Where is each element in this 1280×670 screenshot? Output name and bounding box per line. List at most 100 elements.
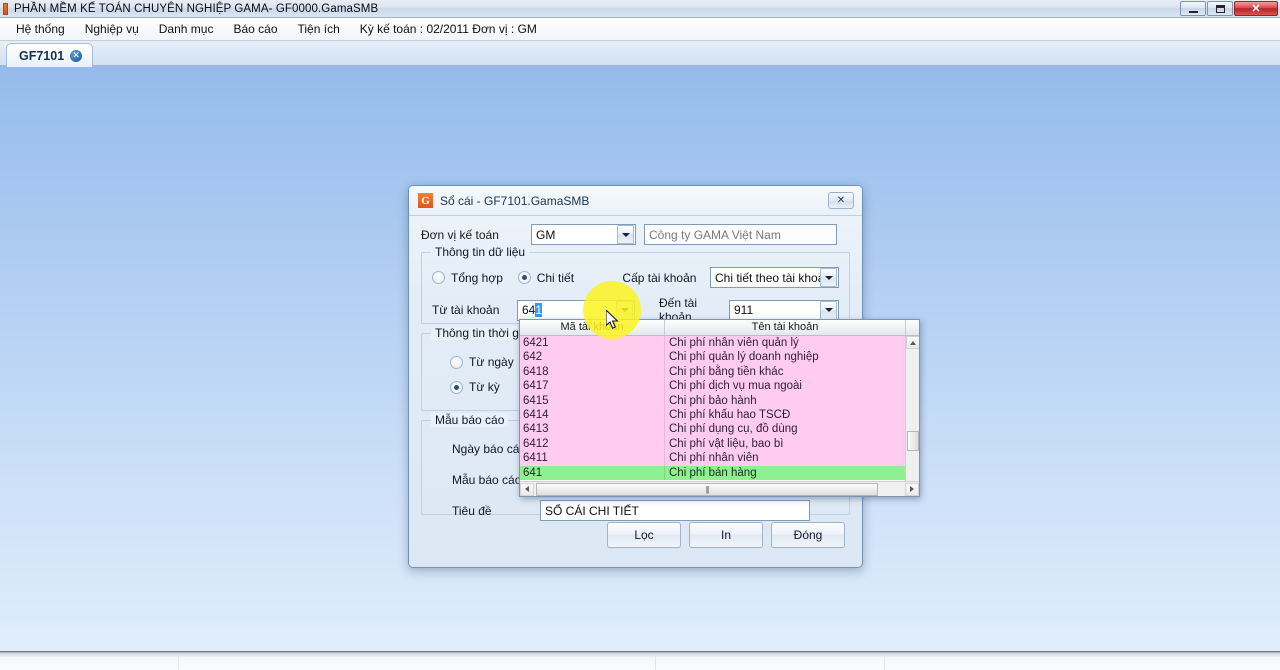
account-name-cell: Chi phí quản lý doanh nghiệp — [669, 351, 819, 364]
scroll-left-icon[interactable] — [520, 482, 534, 496]
dong-button[interactable]: Đóng — [771, 522, 845, 548]
accounting-unit-row: Đơn vị kế toán GM Công ty GAMA Việt Nam — [421, 224, 850, 245]
account-code-cell: 6414 — [520, 407, 665, 423]
menu-nghiep-vu[interactable]: Nghiệp vụ — [75, 19, 149, 39]
account-name-cell: Chi phí nhân viên — [669, 452, 759, 465]
radio-tong-hop-label: Tổng hợp — [451, 270, 503, 285]
account-name-cell: Chi phí bảo hành — [669, 394, 757, 407]
accounting-unit-name: Công ty GAMA Việt Nam — [644, 224, 837, 245]
account-level-value: Chi tiết theo tài khoản — [715, 270, 820, 285]
table-row[interactable]: 6421 Chi phí nhân viên quản lý — [520, 336, 919, 351]
account-dropdown-rows: 6421 Chi phí nhân viên quản lý 642 Chi phí … — [520, 336, 919, 481]
menubar: Hệ thống Nghiệp vụ Danh mục Báo cáo Tiện… — [0, 18, 1280, 41]
tab-strip: GF7101 ✕ — [0, 41, 1280, 67]
scroll-right-icon[interactable] — [905, 482, 919, 496]
data-info-caption: Thông tin dữ liệu — [431, 245, 530, 259]
column-header-name[interactable]: Tên tài khoản — [665, 320, 906, 335]
account-code-cell: 6417 — [520, 379, 665, 394]
taskbar — [0, 651, 1280, 670]
account-dropdown-popup: Mã tài khoản Tên tài khoản 6421 Chi phí n… — [519, 319, 920, 497]
table-row[interactable]: 6413 Chi phí dụng cụ, đồ dùng — [520, 422, 919, 437]
data-type-row: Tổng hợp Chi tiết Cấp tài khoản Chi tiết… — [432, 267, 839, 288]
dialog-button-row: Lọc In Đóng — [409, 522, 864, 548]
from-account-label: Từ tài khoản — [432, 303, 500, 317]
table-row[interactable]: 6417 Chi phí dịch vụ mua ngoài — [520, 379, 919, 394]
radio-tu-ky-label: Từ kỳ — [469, 380, 500, 394]
report-title-label: Tiêu đề — [452, 503, 492, 518]
account-name-cell: Chi phí bán hàng — [669, 466, 757, 479]
table-row[interactable]: 6412 Chi phí vật liệu, bao bì — [520, 436, 919, 452]
horizontal-scrollbar[interactable]: ||| — [520, 481, 919, 496]
tab-label: GF7101 — [19, 48, 65, 63]
from-account-combo[interactable]: 641 — [517, 299, 635, 321]
vertical-scroll-thumb[interactable] — [907, 431, 919, 451]
tab-close-icon[interactable]: ✕ — [70, 49, 83, 62]
gama-logo-icon: G — [418, 193, 433, 208]
account-code-cell: 6413 — [520, 422, 665, 437]
account-name-cell: Chi phí khấu hao TSCĐ — [669, 408, 791, 421]
table-row[interactable]: 641 Chi phí bán hàng — [520, 465, 919, 480]
window-title: PHẦN MỀM KẾ TOÁN CHUYÊN NGHIỆP GAMA- GF0… — [14, 2, 379, 15]
account-code-cell: 6418 — [520, 364, 665, 380]
from-account-chevron-down-icon[interactable] — [616, 300, 633, 320]
accounting-unit-label: Đơn vị kế toán — [421, 227, 499, 242]
radio-chi-tiet-label: Chi tiết — [536, 270, 575, 285]
accounting-unit-value: GM — [536, 227, 556, 242]
in-button[interactable]: In — [689, 522, 763, 548]
vertical-scrollbar[interactable] — [905, 336, 919, 481]
radio-tong-hop[interactable]: Tổng hợp — [432, 271, 518, 285]
table-row[interactable]: 6415 Chi phí bảo hành — [520, 393, 919, 408]
account-level-combo[interactable]: Chi tiết theo tài khoản — [710, 267, 839, 288]
account-code-cell: 6412 — [520, 436, 665, 452]
account-name-cell: Chi phí bằng tiền khác — [669, 365, 784, 378]
horizontal-scroll-track[interactable]: ||| — [534, 482, 905, 496]
app-logo-icon — [3, 2, 8, 15]
radio-dot-icon — [450, 355, 463, 369]
menu-tien-ich[interactable]: Tiện ích — [288, 19, 350, 39]
account-name-cell: Chi phí dịch vụ mua ngoài — [669, 380, 802, 393]
radio-dot-selected-icon — [517, 271, 531, 284]
to-account-combo[interactable]: 911 — [729, 299, 839, 321]
dialog-title: Sổ cái - GF7101.GamaSMB — [440, 193, 590, 208]
account-dropdown-header: Mã tài khoản Tên tài khoản — [520, 320, 919, 336]
close-button[interactable]: ✕ — [1234, 1, 1278, 16]
minimize-button[interactable] — [1180, 1, 1206, 16]
from-account-selection: 1 — [535, 303, 543, 317]
account-code-cell: 6411 — [520, 451, 665, 466]
account-name-cell: Chi phí dụng cụ, đồ dùng — [669, 423, 798, 436]
loc-button[interactable]: Lọc — [607, 522, 681, 548]
radio-dot-selected-icon — [450, 380, 463, 394]
dialog-close-icon[interactable]: ✕ — [828, 192, 854, 209]
menu-bao-cao[interactable]: Báo cáo — [223, 19, 287, 39]
account-code-cell: 641 — [520, 465, 665, 480]
table-row[interactable]: 642 Chi phí quản lý doanh nghiệp — [520, 350, 919, 365]
table-row[interactable]: 6418 Chi phí bằng tiền khác — [520, 364, 919, 380]
report-title-row: Tiêu đề SỔ CÁI CHI TIẾT — [432, 500, 839, 521]
tab-gf7101[interactable]: GF7101 ✕ — [6, 43, 94, 67]
table-row[interactable]: 6414 Chi phí khấu hao TSCĐ — [520, 407, 919, 423]
accounting-period-status: Kỳ kế toán : 02/2011 Đơn vị : GM — [359, 22, 537, 36]
account-name-cell: Chi phí nhân viên quản lý — [669, 337, 799, 349]
chevron-down-icon[interactable] — [820, 268, 837, 287]
column-header-code[interactable]: Mã tài khoản — [520, 320, 665, 335]
accounting-unit-combo[interactable]: GM — [531, 224, 636, 245]
table-row[interactable]: 6411 Chi phí nhân viên — [520, 451, 919, 466]
radio-tu-ngay-label: Từ ngày — [469, 355, 514, 369]
chevron-down-icon[interactable] — [820, 300, 837, 320]
from-account-value: 641 — [522, 303, 543, 317]
account-name-cell: Chi phí vật liệu, bao bì — [669, 437, 784, 450]
account-code-cell: 6421 — [520, 336, 665, 351]
scroll-up-icon[interactable] — [906, 336, 919, 349]
menu-he-thong[interactable]: Hệ thống — [6, 19, 75, 39]
chevron-down-icon[interactable] — [617, 225, 634, 244]
window-titlebar: PHẦN MỀM KẾ TOÁN CHUYÊN NGHIỆP GAMA- GF0… — [0, 0, 1280, 18]
data-info-group: Thông tin dữ liệu Tổng hợp Chi tiết Cấp … — [421, 245, 850, 324]
maximize-button[interactable] — [1207, 1, 1233, 16]
horizontal-scroll-thumb[interactable]: ||| — [536, 482, 878, 496]
report-template-caption: Mẫu báo cáo — [431, 413, 509, 427]
dialog-titlebar: G Sổ cái - GF7101.GamaSMB ✕ — [409, 186, 862, 216]
account-code-cell: 642 — [520, 350, 665, 365]
menu-danh-muc[interactable]: Danh mục — [149, 19, 224, 39]
radio-chi-tiet[interactable]: Chi tiết — [517, 270, 623, 285]
report-title-input[interactable]: SỔ CÁI CHI TIẾT — [540, 500, 810, 521]
